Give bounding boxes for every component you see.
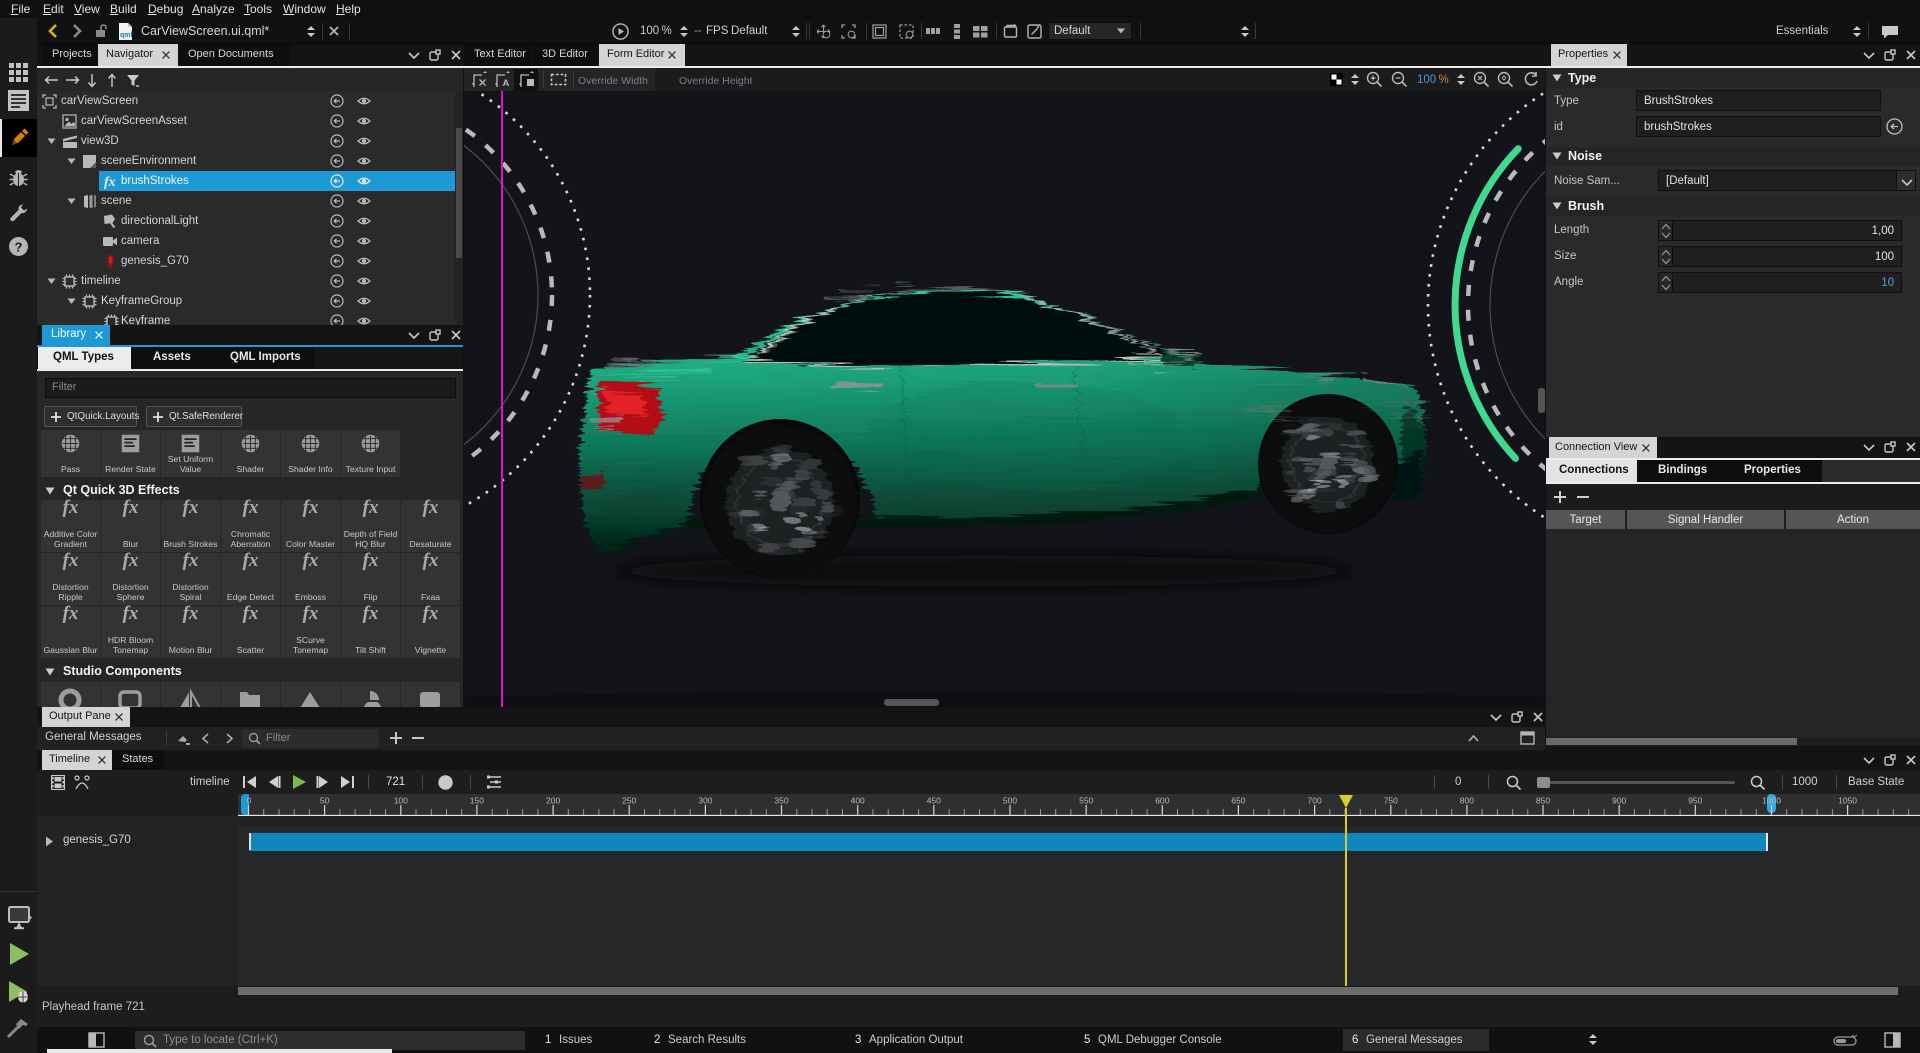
svg-text:500: 500 bbox=[1003, 796, 1017, 806]
svg-text:350: 350 bbox=[774, 796, 788, 806]
svg-text:qml: qml bbox=[120, 32, 133, 39]
svg-text:1050: 1050 bbox=[1838, 796, 1857, 806]
svg-text:900: 900 bbox=[1612, 796, 1626, 806]
svg-text:450: 450 bbox=[927, 796, 941, 806]
svg-text:600: 600 bbox=[1155, 796, 1169, 806]
svg-text:300: 300 bbox=[698, 796, 712, 806]
svg-text:700: 700 bbox=[1308, 796, 1322, 806]
svg-text:950: 950 bbox=[1688, 796, 1702, 806]
svg-text:150: 150 bbox=[470, 796, 484, 806]
svg-text:750: 750 bbox=[1384, 796, 1398, 806]
svg-text:0: 0 bbox=[247, 796, 252, 806]
svg-text:fx: fx bbox=[104, 175, 116, 189]
svg-text:50: 50 bbox=[320, 796, 330, 806]
svg-text:650: 650 bbox=[1231, 796, 1245, 806]
svg-text:550: 550 bbox=[1079, 796, 1093, 806]
svg-text:100: 100 bbox=[394, 796, 408, 806]
svg-text:A: A bbox=[503, 78, 510, 88]
svg-text:?: ? bbox=[15, 240, 23, 255]
svg-text:400: 400 bbox=[851, 796, 865, 806]
svg-text:200: 200 bbox=[546, 796, 560, 806]
svg-text:850: 850 bbox=[1536, 796, 1550, 806]
svg-text:1000: 1000 bbox=[1762, 796, 1781, 806]
svg-text:800: 800 bbox=[1460, 796, 1474, 806]
svg-text:250: 250 bbox=[622, 796, 636, 806]
